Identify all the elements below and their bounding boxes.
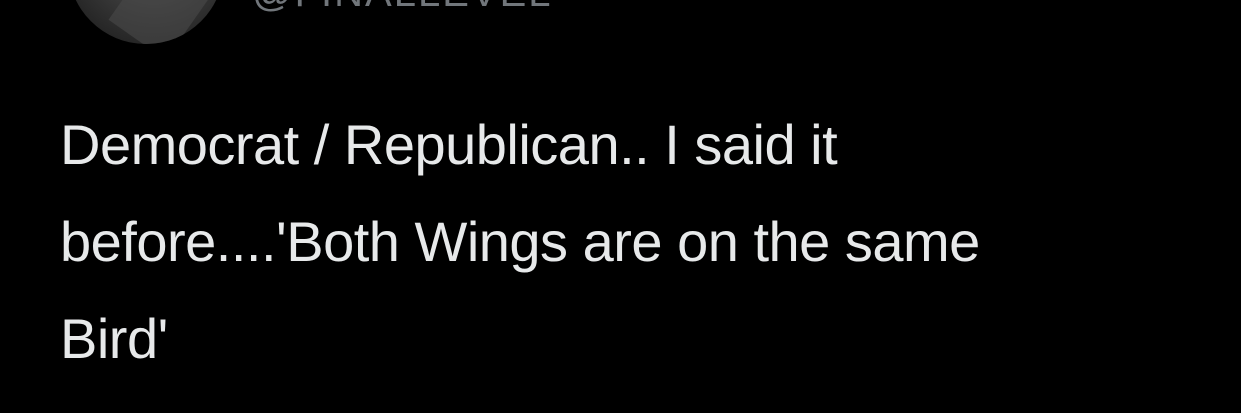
- tweet-text-line: Bird': [60, 307, 168, 370]
- tweet-card: @FINALLEVEL Democrat / Republican.. I sa…: [0, 0, 1241, 413]
- avatar[interactable]: [68, 0, 224, 44]
- tweet-text-line: Democrat / Republican.. I said it: [60, 113, 838, 176]
- tweet-text: Democrat / Republican.. I said it before…: [60, 96, 1190, 387]
- user-handle[interactable]: @FINALLEVEL: [252, 0, 553, 16]
- tweet-text-line: before....'Both Wings are on the same: [60, 210, 980, 273]
